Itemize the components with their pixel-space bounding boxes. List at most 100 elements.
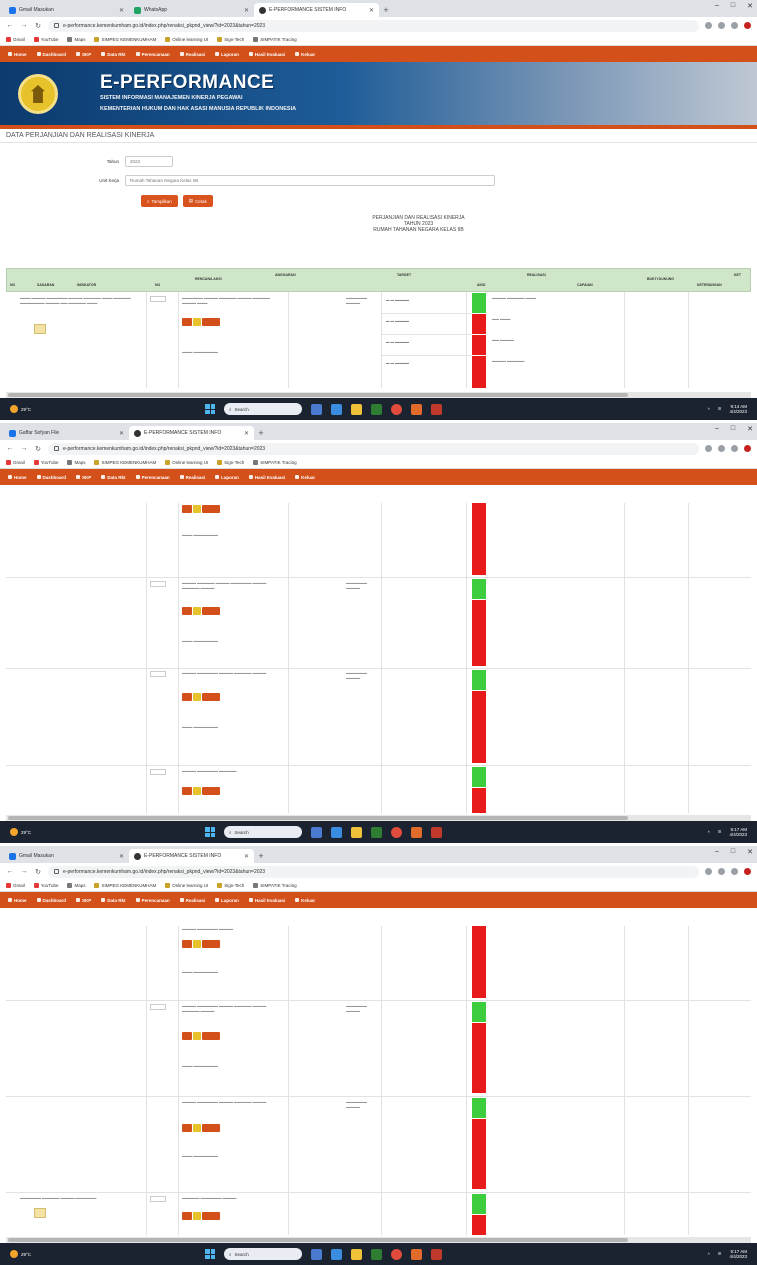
bookmark-item[interactable]: SIMPATIK Tracing [253, 883, 297, 888]
search-button[interactable]: ⌕ Tampilkan [141, 195, 178, 207]
edit-button[interactable] [182, 1032, 192, 1040]
back-icon[interactable]: ← [6, 868, 14, 875]
unit-field[interactable]: Rumah Tahanan Negara Kelas IIB [125, 174, 495, 186]
bookmark-item[interactable]: SIMPEG KEMENKUMHAM [94, 37, 156, 42]
profile-avatar[interactable] [744, 22, 751, 29]
maximize-icon[interactable]: □ [731, 425, 735, 433]
upload-button[interactable] [202, 940, 220, 948]
edit-button[interactable] [182, 318, 192, 326]
view-button[interactable] [193, 318, 201, 326]
wifi-icon[interactable]: ≋ [718, 829, 722, 835]
clock[interactable]: 9:17 AM 4/4/2023 [729, 827, 747, 837]
extension-icon[interactable] [705, 868, 712, 875]
store-icon[interactable] [371, 403, 382, 415]
upload-button[interactable] [202, 505, 220, 513]
nav-skp[interactable]: SKP [76, 52, 91, 57]
forward-icon[interactable]: → [20, 868, 28, 875]
widgets-icon[interactable] [311, 403, 322, 415]
nav-laporan[interactable]: Laporan [215, 52, 239, 57]
extension-icon[interactable] [718, 445, 725, 452]
tray-chevron-icon[interactable]: ^ [708, 407, 710, 412]
store-icon[interactable] [371, 1248, 382, 1260]
view-button[interactable] [193, 1124, 201, 1132]
bookmark-star-icon[interactable] [731, 445, 738, 452]
file-explorer-icon[interactable] [351, 403, 362, 415]
back-icon[interactable]: ← [6, 22, 14, 29]
bookmark-item[interactable]: Gmail [6, 883, 25, 888]
nav-home[interactable]: Home [8, 898, 27, 903]
minimize-icon[interactable]: – [715, 425, 719, 433]
bookmark-item[interactable]: Sign-Tech [217, 460, 244, 465]
scrollbar-thumb[interactable] [8, 393, 628, 397]
file-explorer-icon[interactable] [351, 826, 362, 838]
bookmark-item[interactable]: Sign-Tech [217, 37, 244, 42]
nav-realisasi[interactable]: Realisasi [179, 52, 205, 57]
nav-logout[interactable]: Keluar [295, 475, 315, 480]
bookmark-item[interactable]: SIMPATIK Tracing [253, 37, 297, 42]
reload-icon[interactable]: ↻ [34, 22, 42, 30]
bookmark-star-icon[interactable] [731, 22, 738, 29]
close-icon[interactable]: ✕ [244, 430, 249, 437]
maximize-icon[interactable]: □ [731, 2, 735, 10]
edit-button[interactable] [182, 693, 192, 701]
nav-laporan[interactable]: Laporan [215, 475, 239, 480]
bookmark-item[interactable]: Online learning UI [165, 883, 208, 888]
bookmark-item[interactable]: SIMPEG KEMENKUMHAM [94, 883, 156, 888]
nav-laporan[interactable]: Laporan [215, 898, 239, 903]
nav-perencanaan[interactable]: Perencanaan [135, 475, 170, 480]
bookmark-item[interactable]: Online learning UI [165, 460, 208, 465]
nav-home[interactable]: Home [8, 475, 27, 480]
edit-button[interactable] [182, 1124, 192, 1132]
close-icon[interactable]: ✕ [119, 430, 124, 437]
nav-dashboard[interactable]: Dashboard [36, 475, 66, 480]
clock[interactable]: 9:17 AM 4/4/2023 [729, 1249, 747, 1259]
extension-icon[interactable] [718, 868, 725, 875]
nav-evaluasi[interactable]: Hasil Evaluasi [248, 898, 285, 903]
extension-icon[interactable] [705, 445, 712, 452]
profile-avatar[interactable] [744, 868, 751, 875]
attachment-thumbnail[interactable] [34, 1208, 46, 1218]
widgets-icon[interactable] [311, 826, 322, 838]
office-icon[interactable] [411, 826, 422, 838]
windows-start-icon[interactable] [205, 1249, 215, 1259]
browser-tab[interactable]: Gmail Masukan ✕ [4, 849, 129, 863]
close-icon[interactable]: ✕ [244, 7, 249, 14]
browser-tab[interactable]: Gmail Masukan ✕ [4, 3, 129, 17]
url-bar[interactable]: e-performance.kemenkumham.go.id/index.ph… [48, 865, 699, 878]
edit-button[interactable] [182, 607, 192, 615]
close-icon[interactable]: ✕ [244, 853, 249, 860]
windows-start-icon[interactable] [205, 404, 215, 414]
nav-realisasi[interactable]: Realisasi [179, 898, 205, 903]
new-tab-button[interactable]: + [379, 3, 393, 17]
minimize-icon[interactable]: – [715, 848, 719, 856]
back-icon[interactable]: ← [6, 445, 14, 452]
scrollbar-thumb[interactable] [8, 1238, 628, 1242]
maximize-icon[interactable]: □ [731, 848, 735, 856]
browser-tab[interactable]: Gaffar Sofyan File ✕ [4, 426, 129, 440]
taskbar-search[interactable]: ⌕ Search [224, 826, 302, 838]
close-window-icon[interactable]: ✕ [747, 848, 753, 856]
browser-tab[interactable]: WhatsApp ✕ [129, 3, 254, 17]
app-icon[interactable] [431, 826, 442, 838]
browser-tab-active[interactable]: E-PERFORMANCE SISTEM INFO ✕ [129, 849, 254, 863]
nav-data[interactable]: Data Rkt [101, 52, 126, 57]
store-icon[interactable] [371, 826, 382, 838]
chrome-icon[interactable] [391, 1248, 402, 1260]
edit-button[interactable] [182, 787, 192, 795]
nav-dashboard[interactable]: Dashboard [36, 52, 66, 57]
forward-icon[interactable]: → [20, 445, 28, 452]
nav-dashboard[interactable]: Dashboard [36, 898, 66, 903]
url-bar[interactable]: e-performance.kemenkumham.go.id/index.ph… [48, 442, 699, 455]
nav-evaluasi[interactable]: Hasil Evaluasi [248, 475, 285, 480]
taskbar-search[interactable]: ⌕ Search [224, 403, 302, 415]
close-window-icon[interactable]: ✕ [747, 425, 753, 433]
widgets-icon[interactable] [311, 1248, 322, 1260]
clock[interactable]: 9:14 AM 4/4/2023 [729, 404, 747, 414]
edge-icon[interactable] [331, 826, 342, 838]
bookmark-item[interactable]: YouTube [33, 883, 58, 888]
upload-button[interactable] [202, 787, 220, 795]
wifi-icon[interactable]: ≋ [718, 406, 722, 412]
view-button[interactable] [193, 787, 201, 795]
edit-button[interactable] [182, 1212, 192, 1220]
view-button[interactable] [193, 607, 201, 615]
